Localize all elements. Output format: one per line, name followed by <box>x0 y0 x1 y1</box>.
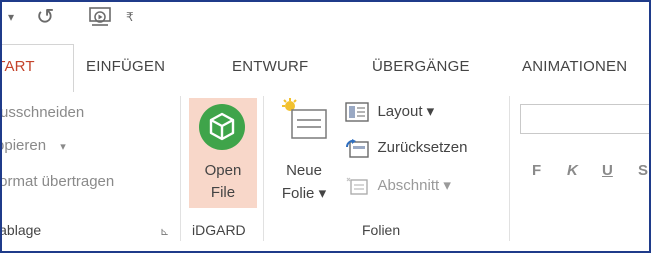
tab-animationen[interactable]: ANIMATIONEN <box>522 58 627 75</box>
group-label-idgard: iDGARD <box>192 222 246 238</box>
open-file-label-line1: Open <box>204 162 242 179</box>
idgard-cube-icon <box>199 104 245 150</box>
open-file-label-line2: File <box>210 184 236 201</box>
powerpoint-ribbon-window: ▾ ↺ ₹ START EINFÜGEN ENTWURF ÜBERGÄNGE A… <box>0 0 651 253</box>
bold-button[interactable]: F <box>532 162 541 179</box>
italic-button[interactable]: K <box>567 162 578 179</box>
font-name-combobox[interactable] <box>520 104 649 134</box>
tab-entwurf[interactable]: ENTWURF <box>232 58 308 75</box>
dropdown-caret-icon[interactable]: ▾ <box>8 10 14 24</box>
open-file-button[interactable]: Open File <box>189 98 257 208</box>
ribbon-tab-bar: START EINFÜGEN ENTWURF ÜBERGÄNGE ANIMATI… <box>2 44 649 93</box>
new-slide-button[interactable]: Neue Folie ▾ <box>272 98 336 210</box>
new-slide-label-line1: Neue <box>286 162 322 179</box>
copy-dropdown-caret[interactable]: ▾ <box>60 141 66 153</box>
section-button[interactable]: Abschnitt ▾ <box>345 176 451 196</box>
group-divider <box>509 96 510 241</box>
format-painter-button[interactable]: Format übertragen <box>2 173 114 190</box>
tab-start[interactable]: START <box>2 58 35 75</box>
section-label: Abschnitt ▾ <box>377 177 451 195</box>
tab-einfuegen[interactable]: EINFÜGEN <box>86 58 165 75</box>
new-slide-label-line2: Folie ▾ <box>281 185 327 202</box>
ribbon-panel: Ausschneiden Kopieren ▾ Format übertrage… <box>0 92 649 251</box>
group-divider <box>263 96 264 241</box>
group-divider <box>180 96 181 241</box>
shadow-button[interactable]: S <box>638 162 648 179</box>
reset-slide-icon <box>345 139 369 158</box>
group-label-slides: Folien <box>362 222 401 238</box>
copy-button[interactable]: Kopieren ▾ <box>2 137 66 154</box>
quick-access-toolbar: ▾ ↺ ₹ <box>2 2 649 44</box>
group-label-clipboard: Zwischenablage <box>0 222 42 238</box>
section-icon <box>346 177 368 195</box>
copy-label: Kopieren <box>2 137 47 154</box>
new-slide-icon <box>282 98 327 139</box>
start-from-beginning-icon[interactable] <box>88 5 114 33</box>
layout-label: Layout ▾ <box>377 103 435 121</box>
clipboard-dialog-launcher-icon[interactable]: ⊾ <box>160 225 169 238</box>
undo-icon[interactable]: ↺ <box>36 4 54 30</box>
reset-button[interactable]: Zurücksetzen <box>345 138 468 158</box>
cut-button[interactable]: Ausschneiden <box>2 104 84 121</box>
underline-button[interactable]: U <box>602 162 613 179</box>
layout-button[interactable]: Layout ▾ <box>345 102 434 122</box>
reset-label: Zurücksetzen <box>377 139 468 157</box>
layout-icon <box>345 102 369 122</box>
tab-uebergaenge[interactable]: ÜBERGÄNGE <box>372 58 470 75</box>
customize-qat-icon[interactable]: ₹ <box>126 10 134 24</box>
